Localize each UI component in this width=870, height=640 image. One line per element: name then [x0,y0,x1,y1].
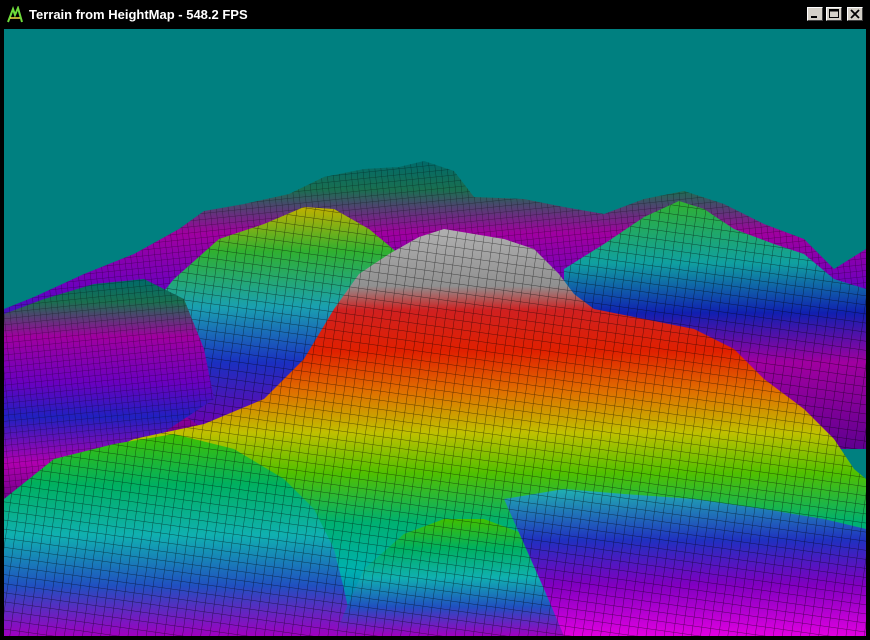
opengl-app-icon [7,6,23,23]
window-bottom-border [0,636,870,640]
minimize-icon [811,16,817,18]
minimize-button[interactable] [807,7,823,21]
window-title: Terrain from HeightMap - 548.2 FPS [29,7,248,22]
title-bar[interactable]: Terrain from HeightMap - 548.2 FPS [0,0,870,29]
close-icon [850,9,860,19]
app-window: Terrain from HeightMap - 548.2 FPS [0,0,870,640]
terrain-render [4,161,866,636]
close-button[interactable] [847,7,863,21]
maximize-button[interactable] [826,7,842,21]
maximize-icon [829,9,839,18]
render-viewport[interactable] [4,29,866,636]
